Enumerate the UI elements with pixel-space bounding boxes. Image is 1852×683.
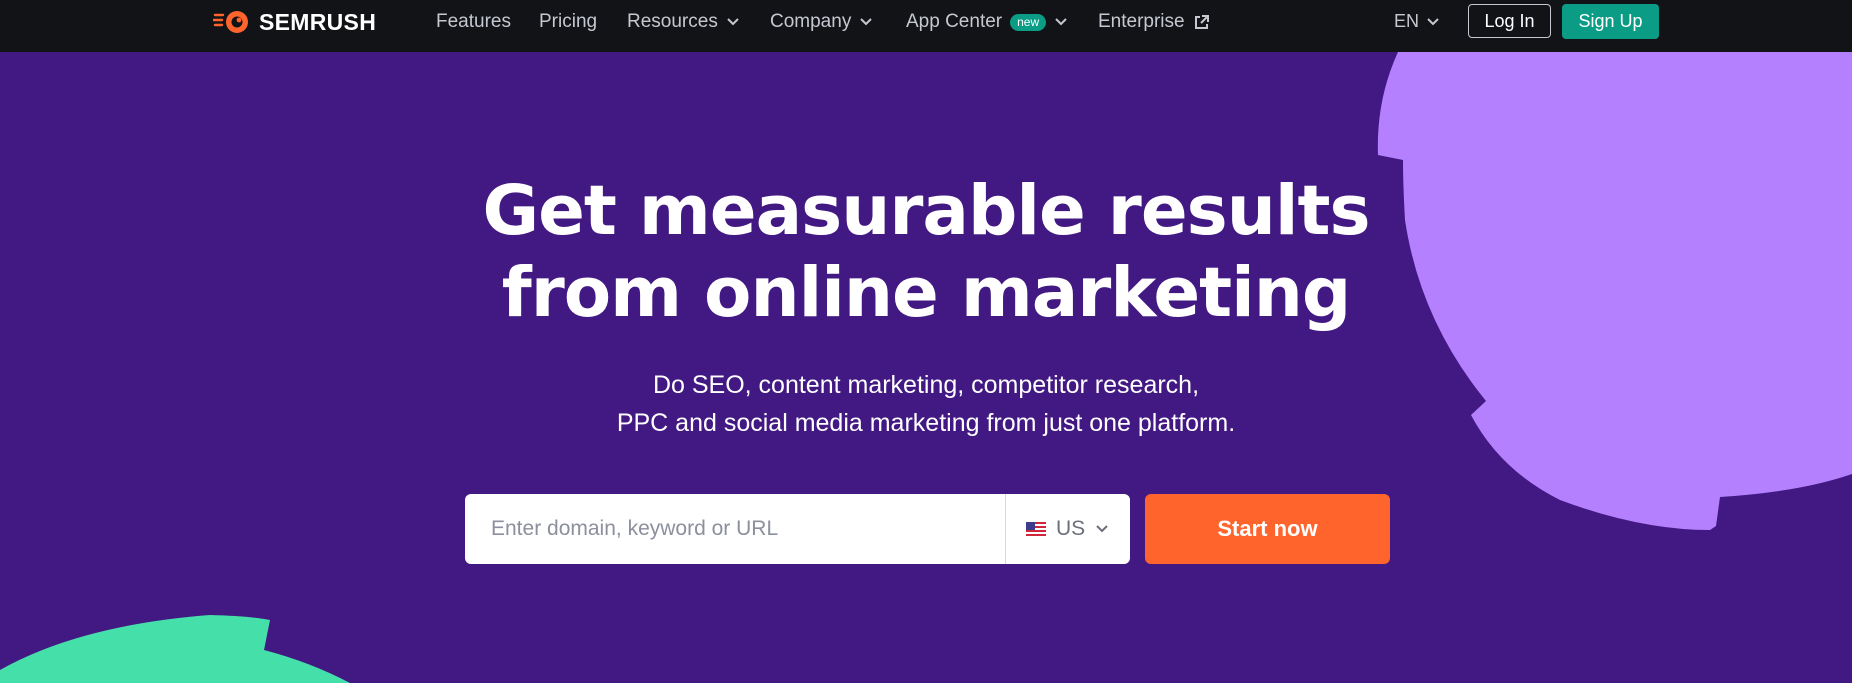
language-label: EN <box>1394 11 1420 31</box>
chevron-down-icon <box>1096 525 1108 533</box>
nav-item-label: Resources <box>627 11 718 32</box>
us-flag-icon <box>1026 522 1046 536</box>
nav-item-company[interactable]: Company <box>770 11 873 33</box>
hero-title: Get measurable results from online marke… <box>0 170 1852 334</box>
background-decoration <box>0 52 1852 683</box>
chevron-down-icon <box>860 18 873 26</box>
database-select[interactable]: US <box>1005 494 1130 564</box>
chevron-down-icon <box>1427 17 1439 25</box>
hero-title-line: Get measurable results <box>482 171 1370 251</box>
hero-title-line: from online marketing <box>501 253 1352 333</box>
nav-item-app-center[interactable]: App Center new <box>906 11 1068 33</box>
green-blob-shape <box>0 615 350 683</box>
new-badge: new <box>1010 13 1047 31</box>
hero-subtitle-line: Do SEO, content marketing, competitor re… <box>652 371 1200 399</box>
login-button[interactable]: Log In <box>1468 4 1551 38</box>
nav-item-pricing[interactable]: Pricing <box>539 11 597 33</box>
hero-subtitle-line: PPC and social media marketing from just… <box>616 409 1236 437</box>
nav-item-label: Company <box>770 11 852 32</box>
hero-subtitle: Do SEO, content marketing, competitor re… <box>0 366 1852 442</box>
nav-item-label: Enterprise <box>1098 11 1185 32</box>
nav-item-label: Pricing <box>539 11 598 32</box>
search-form: US <box>465 494 1130 564</box>
nav-item-enterprise[interactable]: Enterprise <box>1098 11 1210 33</box>
semrush-logo[interactable]: SEMRUSH <box>213 9 376 35</box>
nav-item-resources[interactable]: Resources <box>627 11 740 33</box>
search-input[interactable] <box>465 494 1005 564</box>
chevron-down-icon <box>1055 18 1067 26</box>
language-selector[interactable]: EN <box>1394 11 1440 32</box>
external-link-icon <box>1194 14 1209 29</box>
nav-item-label: App Center <box>906 11 1003 32</box>
top-navigation-bar: SEMRUSH Features Pricing Resources Compa… <box>0 0 1852 52</box>
semrush-fire-icon <box>213 11 248 33</box>
database-label: US <box>1056 517 1086 540</box>
chevron-down-icon <box>727 18 739 26</box>
signup-button[interactable]: Sign Up <box>1562 4 1659 39</box>
start-now-button[interactable]: Start now <box>1145 494 1390 564</box>
nav-item-label: Features <box>436 11 511 32</box>
nav-item-features[interactable]: Features <box>436 11 511 33</box>
brand-name: SEMRUSH <box>259 8 377 35</box>
